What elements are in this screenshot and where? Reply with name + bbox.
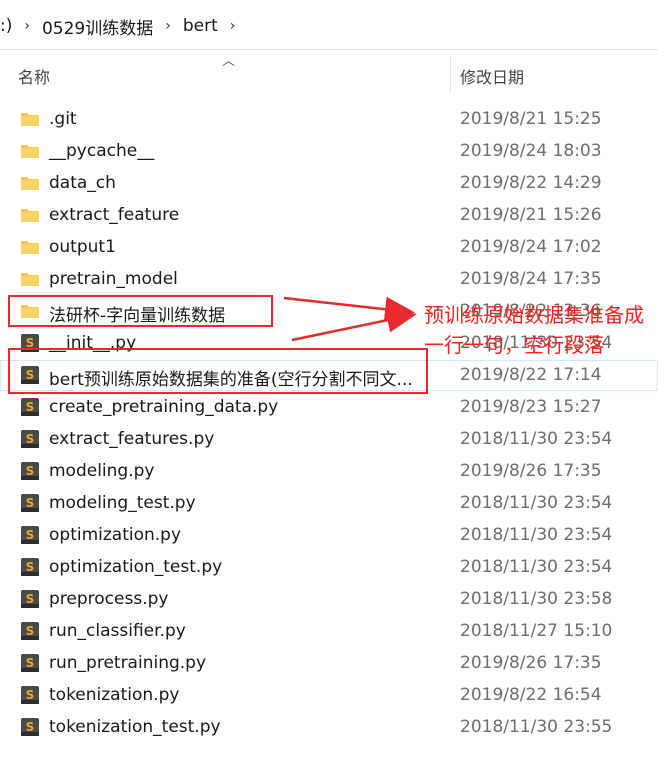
highlight-box-folder bbox=[8, 295, 273, 327]
svg-text:S: S bbox=[26, 720, 35, 734]
svg-text:S: S bbox=[26, 624, 35, 638]
folder-icon bbox=[20, 141, 40, 161]
svg-text:S: S bbox=[26, 656, 35, 670]
file-date: 2018/11/30 23:55 bbox=[460, 717, 613, 737]
file-name: data_ch bbox=[49, 173, 116, 193]
file-row[interactable]: Srun_pretraining.py 2019/8/26 17:35 bbox=[0, 648, 658, 679]
folder-icon bbox=[20, 173, 40, 193]
sublime-file-icon: S bbox=[20, 717, 40, 737]
svg-text:S: S bbox=[26, 432, 35, 446]
sublime-file-icon: S bbox=[20, 493, 40, 513]
sublime-file-icon: S bbox=[20, 397, 40, 417]
sublime-file-icon: S bbox=[20, 429, 40, 449]
file-date: 2018/11/27 15:10 bbox=[460, 621, 613, 641]
file-row[interactable]: Stokenization.py 2019/8/22 16:54 bbox=[0, 680, 658, 711]
file-name: extract_feature bbox=[49, 205, 180, 225]
column-divider[interactable] bbox=[450, 56, 451, 94]
file-name: optimization.py bbox=[49, 525, 182, 545]
sublime-file-icon: S bbox=[20, 589, 40, 609]
file-row[interactable]: Smodeling_test.py 2018/11/30 23:54 bbox=[0, 488, 658, 519]
file-name: .git bbox=[49, 109, 77, 129]
file-name: run_classifier.py bbox=[49, 621, 186, 641]
file-name: __pycache__ bbox=[49, 141, 155, 161]
folder-icon bbox=[20, 237, 40, 257]
folder-icon bbox=[20, 269, 40, 289]
file-row[interactable]: Soptimization_test.py 2018/11/30 23:54 bbox=[0, 552, 658, 583]
file-row[interactable]: __pycache__ 2019/8/24 18:03 bbox=[0, 136, 658, 167]
column-name-header[interactable]: 名称 bbox=[18, 64, 50, 88]
file-date: 2018/11/30 23:54 bbox=[460, 557, 613, 577]
sublime-file-icon: S bbox=[20, 461, 40, 481]
sublime-file-icon: S bbox=[20, 685, 40, 705]
file-name: run_pretraining.py bbox=[49, 653, 207, 673]
file-row[interactable]: pretrain_model 2019/8/24 17:35 bbox=[0, 264, 658, 295]
column-header: 名称 ︿ 修改日期 bbox=[0, 50, 658, 100]
address-bar[interactable]: :) › 0529训练数据 › bert › bbox=[0, 0, 658, 50]
file-date: 2019/8/22 16:54 bbox=[460, 685, 602, 705]
sublime-file-icon: S bbox=[20, 621, 40, 641]
file-name: preprocess.py bbox=[49, 589, 169, 609]
file-date: 2019/8/23 15:27 bbox=[460, 397, 602, 417]
file-date: 2018/11/30 23:54 bbox=[460, 525, 613, 545]
file-date: 2019/8/26 17:35 bbox=[460, 461, 602, 481]
svg-text:S: S bbox=[26, 592, 35, 606]
svg-text:S: S bbox=[26, 464, 35, 478]
file-name: tokenization_test.py bbox=[49, 717, 221, 737]
sort-ascending-icon: ︿ bbox=[222, 54, 236, 69]
file-name: optimization_test.py bbox=[49, 557, 223, 577]
annotation-note: 预训练原始数据集准备成一行一句，空行段落 bbox=[424, 303, 644, 357]
file-date: 2019/8/22 14:29 bbox=[460, 173, 602, 193]
breadcrumb-prefix[interactable]: :) bbox=[0, 16, 12, 36]
file-name: modeling.py bbox=[49, 461, 155, 481]
file-row[interactable]: Soptimization.py 2018/11/30 23:54 bbox=[0, 520, 658, 551]
sublime-file-icon: S bbox=[20, 525, 40, 545]
folder-icon bbox=[20, 205, 40, 225]
sublime-file-icon: S bbox=[20, 653, 40, 673]
file-name: tokenization.py bbox=[49, 685, 180, 705]
file-row[interactable]: Smodeling.py 2019/8/26 17:35 bbox=[0, 456, 658, 487]
file-date: 2018/11/30 23:58 bbox=[460, 589, 613, 609]
file-row[interactable]: Spreprocess.py 2018/11/30 23:58 bbox=[0, 584, 658, 615]
file-date: 2019/8/21 15:26 bbox=[460, 205, 602, 225]
file-row[interactable]: Stokenization_test.py 2018/11/30 23:55 bbox=[0, 712, 658, 743]
file-date: 2019/8/21 15:25 bbox=[460, 109, 602, 129]
file-date: 2018/11/30 23:54 bbox=[460, 493, 613, 513]
breadcrumb-item-bert[interactable]: bert bbox=[183, 16, 218, 36]
file-row[interactable]: Srun_classifier.py 2018/11/27 15:10 bbox=[0, 616, 658, 647]
file-date: 2019/8/26 17:35 bbox=[460, 653, 602, 673]
folder-icon bbox=[20, 109, 40, 129]
svg-text:S: S bbox=[26, 560, 35, 574]
chevron-right-icon[interactable]: › bbox=[24, 18, 30, 34]
breadcrumb: :) › 0529训练数据 › bert › bbox=[0, 11, 247, 41]
file-date: 2019/8/22 17:14 bbox=[460, 365, 602, 385]
svg-text:S: S bbox=[26, 528, 35, 542]
file-name: output1 bbox=[49, 237, 116, 257]
file-date: 2018/11/30 23:54 bbox=[460, 429, 613, 449]
file-date: 2019/8/24 17:35 bbox=[460, 269, 602, 289]
chevron-right-icon[interactable]: › bbox=[230, 18, 236, 34]
svg-text:S: S bbox=[26, 400, 35, 414]
file-row[interactable]: extract_feature 2019/8/21 15:26 bbox=[0, 200, 658, 231]
svg-text:S: S bbox=[26, 688, 35, 702]
file-row[interactable]: Sextract_features.py 2018/11/30 23:54 bbox=[0, 424, 658, 455]
file-name: pretrain_model bbox=[49, 269, 178, 289]
breadcrumb-item-training-data[interactable]: 0529训练数据 bbox=[42, 14, 153, 39]
file-row[interactable]: data_ch 2019/8/22 14:29 bbox=[0, 168, 658, 199]
highlight-box-file bbox=[8, 348, 428, 394]
file-row[interactable]: .git 2019/8/21 15:25 bbox=[0, 104, 658, 135]
column-date-header[interactable]: 修改日期 bbox=[460, 64, 524, 88]
file-date: 2019/8/24 17:02 bbox=[460, 237, 602, 257]
file-name: modeling_test.py bbox=[49, 493, 196, 513]
file-row[interactable]: output1 2019/8/24 17:02 bbox=[0, 232, 658, 263]
file-row[interactable]: Screate_pretraining_data.py 2019/8/23 15:… bbox=[0, 392, 658, 423]
file-name: create_pretraining_data.py bbox=[49, 397, 279, 417]
svg-text:S: S bbox=[26, 496, 35, 510]
sublime-file-icon: S bbox=[20, 557, 40, 577]
file-name: extract_features.py bbox=[49, 429, 215, 449]
chevron-right-icon[interactable]: › bbox=[165, 18, 171, 34]
file-date: 2019/8/24 18:03 bbox=[460, 141, 602, 161]
